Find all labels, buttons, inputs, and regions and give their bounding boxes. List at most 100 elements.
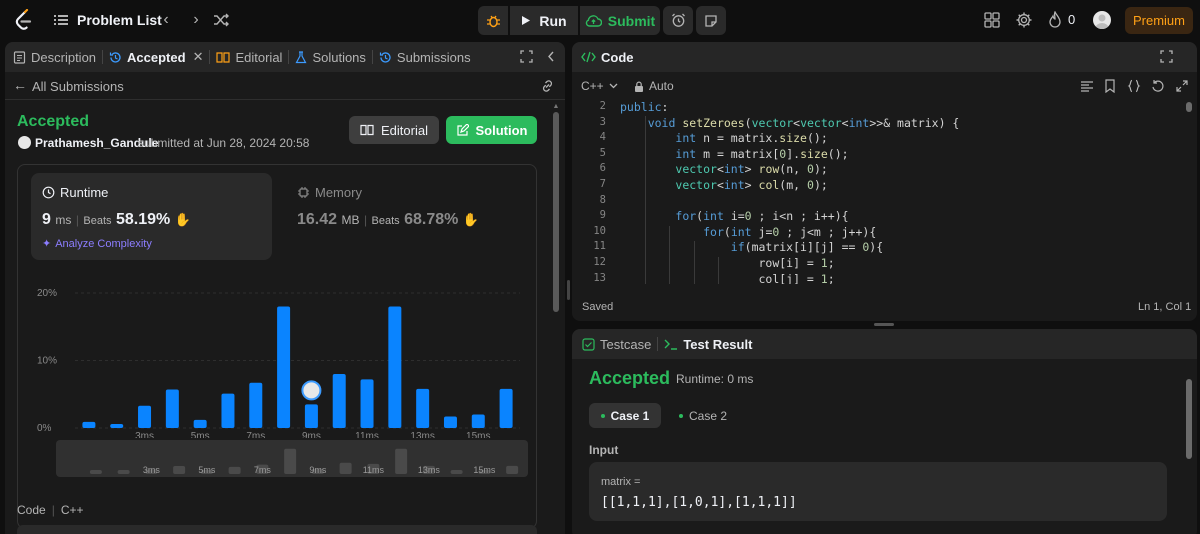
code-editor[interactable]: 2 public: 3 void setZeroes(vector<vector<i… (572, 98, 1172, 284)
maximize-icon[interactable] (1160, 50, 1173, 63)
leetcode-logo[interactable] (12, 9, 34, 31)
y-tick-label: 20% (37, 288, 57, 299)
analyze-complexity-link[interactable]: ✦ Analyze Complexity (42, 237, 152, 251)
close-tab-icon[interactable]: ✕ (193, 49, 204, 65)
submit-button[interactable]: Submit (580, 6, 660, 35)
notes-button[interactable] (696, 6, 726, 35)
gear-icon[interactable] (1015, 11, 1033, 29)
code-scrollbar-thumb[interactable] (1186, 102, 1192, 112)
x-tick-label: 11ms (355, 431, 379, 438)
chart-bar[interactable] (138, 405, 152, 428)
format-align-icon[interactable] (1080, 79, 1094, 93)
runtime-distribution-chart[interactable]: 20% 10% 0% 3ms 5ms 7ms 9ms 11ms 13ms 15ms (25, 268, 530, 438)
memory-header[interactable]: Memory (297, 185, 362, 200)
premium-button[interactable]: Premium (1125, 7, 1193, 34)
auto-mode-toggle[interactable]: Auto (634, 79, 674, 93)
chart-bar[interactable] (416, 388, 430, 428)
horizontal-resize-handle[interactable] (567, 280, 570, 300)
chart-bar[interactable] (82, 421, 96, 428)
tab-submissions[interactable]: Submissions (373, 42, 477, 72)
code-line[interactable]: 11 if(matrix[i][j] == 0){ (572, 240, 1172, 256)
code-line[interactable]: 10 for(int j=0 ; j<m ; j++){ (572, 225, 1172, 241)
code-brackets-icon (581, 51, 596, 63)
code-line[interactable]: 5 int m = matrix[0].size(); (572, 147, 1172, 163)
chart-bar[interactable] (304, 404, 318, 428)
shuffle-icon[interactable] (213, 12, 229, 28)
link-icon[interactable] (540, 79, 555, 93)
problem-list-link[interactable]: Problem List (77, 12, 162, 28)
mini-x-tick-label: 7ms (254, 465, 272, 475)
chart-bar[interactable] (471, 414, 485, 429)
tab-description[interactable]: Description (5, 42, 102, 72)
vertical-resize-handle[interactable] (874, 323, 894, 326)
expand-icon[interactable] (1175, 79, 1189, 93)
scroll-up-icon[interactable]: ▲ (552, 103, 560, 111)
chart-bar[interactable] (332, 374, 346, 428)
submitter-avatar[interactable] (18, 136, 31, 149)
chart-bar[interactable] (249, 382, 263, 428)
code-line[interactable]: 9 for(int i=0 ; i<n ; i++){ (572, 209, 1172, 225)
tab-solutions[interactable]: Solutions (289, 42, 371, 72)
mini-chart-bar (284, 448, 297, 474)
prev-problem-icon[interactable]: ‹ (156, 10, 176, 30)
chart-bar[interactable] (165, 389, 179, 428)
chart-range-slider[interactable]: 3ms 5ms 7ms 9ms 11ms 13ms 15ms (56, 440, 528, 477)
case-2-tab[interactable]: Case 2 (672, 403, 734, 428)
next-problem-icon[interactable]: › (186, 10, 206, 30)
maximize-icon[interactable] (520, 50, 533, 63)
input-variable: matrix = (601, 476, 641, 488)
code-line[interactable]: 12 row[i] = 1; (572, 256, 1172, 272)
debug-button[interactable] (478, 6, 508, 35)
back-arrow-icon[interactable]: ← (13, 77, 27, 93)
tab-code[interactable]: Code (572, 42, 640, 72)
left-scrollbar-thumb[interactable] (553, 112, 559, 312)
editorial-button[interactable]: Editorial (349, 116, 439, 144)
test-scrollbar-thumb[interactable] (1186, 379, 1192, 459)
bookmark-icon[interactable] (1103, 79, 1117, 93)
case-1-tab[interactable]: Case 1 (589, 403, 661, 428)
left-tabbar: Description Accepted ✕ Editorial Solutio… (5, 42, 565, 72)
code-line[interactable]: 6 vector<int> row(n, 0); (572, 162, 1172, 178)
code-line[interactable]: 3 void setZeroes(vector<vector<int>>& ma… (572, 116, 1172, 132)
reset-icon[interactable] (1151, 79, 1165, 93)
runtime-card[interactable]: Runtime 9 ms | Beats 58.19% ✋ ✦ Analyze … (31, 173, 272, 260)
language-select[interactable]: C++ (581, 79, 618, 93)
code-line[interactable]: 7 vector<int> col(m, 0); (572, 178, 1172, 194)
chart-bar[interactable] (388, 306, 402, 429)
code-line[interactable]: 13 col[j] = 1; (572, 272, 1172, 284)
collapse-left-icon[interactable] (546, 50, 556, 63)
chart-bar[interactable] (443, 416, 457, 428)
top-bar: Problem List ‹ › Run Submit 0 Premium (0, 0, 1200, 40)
run-button[interactable]: Run (510, 6, 578, 35)
tab-editorial-label: Editorial (235, 49, 283, 65)
fire-icon[interactable] (1048, 11, 1062, 29)
clock-icon (42, 186, 55, 199)
solution-button[interactable]: Solution (446, 116, 537, 144)
tab-testcase[interactable]: Testcase (572, 329, 657, 359)
chart-bar[interactable] (360, 379, 374, 428)
chart-bar[interactable] (221, 393, 235, 428)
chart-bar[interactable] (193, 419, 207, 428)
code-line[interactable]: 2 public: (572, 100, 1172, 116)
tab-solutions-label: Solutions (312, 49, 366, 65)
layout-grid-icon[interactable] (983, 11, 1001, 29)
list-icon[interactable] (54, 13, 68, 27)
code-line[interactable]: 4 int n = matrix.size(); (572, 131, 1172, 147)
chart-bar[interactable] (499, 388, 513, 428)
line-number: 8 (599, 193, 606, 206)
chart-bar[interactable] (110, 423, 124, 428)
timer-button[interactable] (663, 6, 693, 35)
line-number: 12 (593, 256, 606, 268)
tab-accepted[interactable]: Accepted ✕ (103, 42, 209, 72)
all-submissions-link[interactable]: All Submissions (32, 79, 124, 94)
tab-editorial[interactable]: Editorial (210, 42, 288, 72)
code-text: int m = matrix[0].size(); (675, 146, 849, 161)
user-avatar[interactable] (1093, 11, 1111, 29)
braces-icon[interactable] (1127, 79, 1141, 93)
your-submission-marker[interactable] (301, 380, 322, 401)
code-line[interactable]: 8 (572, 194, 1172, 210)
pass-dot (600, 413, 605, 418)
chart-bar[interactable] (277, 306, 291, 429)
tab-test-result[interactable]: Test Result (658, 329, 758, 359)
separator: | (75, 213, 79, 227)
